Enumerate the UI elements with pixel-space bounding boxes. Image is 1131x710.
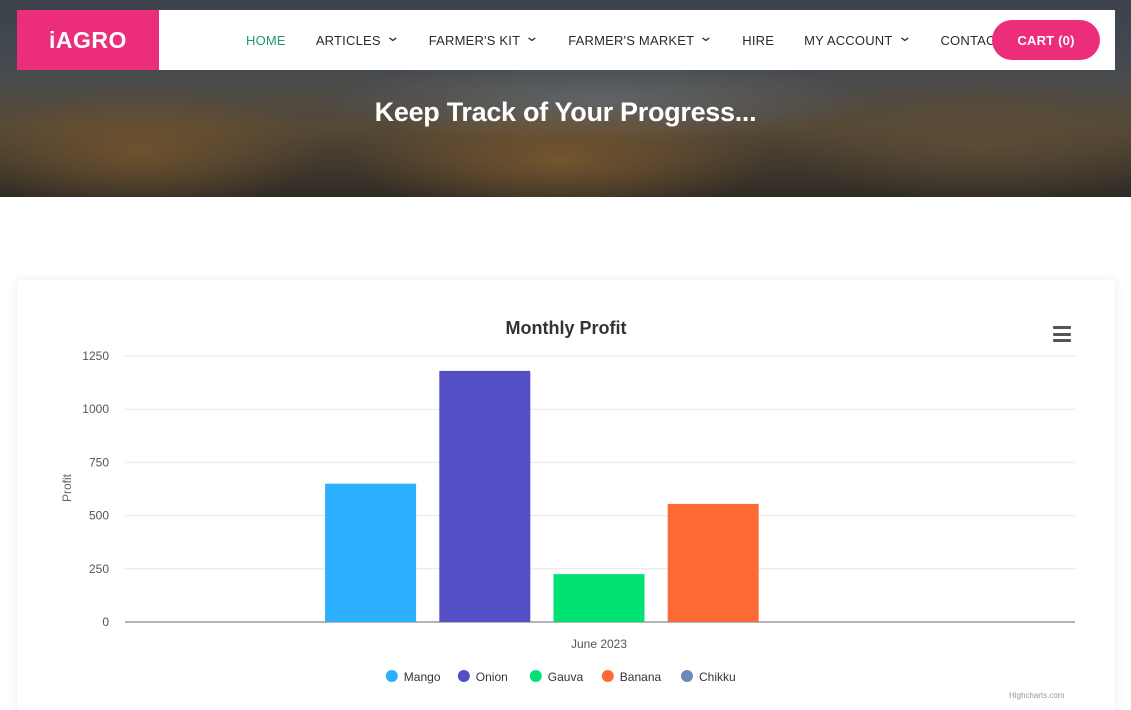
legend-item-mango[interactable]: Mango [404,670,441,684]
nav-item-home[interactable]: HOME [246,33,286,48]
bar-mango [325,483,417,622]
navbar: iAGRO HOME ARTICLES ⌄ FARMER'S KIT ⌄ FARMER'S… [17,10,1115,70]
legend-marker-onion[interactable] [457,670,470,682]
nav-item-farmer-s-kit[interactable]: FARMER'S KIT ⌄ [428,28,540,48]
y-tick-label: 750 [89,455,109,469]
chevron-down-icon: ⌄ [896,28,913,44]
y-tick-label: 0 [102,615,109,629]
nav-item-label: MY ACCOUNT [804,32,893,48]
monthly-profit-chart: Monthly Profit 0 250 500 750 1000 1250 Profit Ju… [60,318,1075,684]
cart-button[interactable]: CART (0) [992,20,1100,60]
nav-item-label: FARMER'S MARKET [568,32,695,48]
nav-item-farmer-s-market[interactable]: FARMER'S MARKET ⌄ [568,28,715,48]
bar-banana [667,503,759,622]
nav-item-label: HOME [246,32,286,48]
y-tick-label: 1250 [82,349,109,363]
legend-item-onion[interactable]: Onion [476,670,508,684]
y-tick-label: 1000 [82,402,109,416]
bar-gauva [553,574,645,622]
bar-onion [439,370,531,622]
chevron-down-icon: ⌄ [698,28,715,44]
y-tick-label: 250 [89,562,109,576]
legend-item-chikku[interactable]: Chikku [699,670,736,684]
y-axis-label: Profit [60,473,74,502]
nav-item-hire[interactable]: HIRE [742,33,774,48]
chevron-down-icon: ⌄ [384,28,401,44]
chart-credits[interactable]: Highcharts.com [1009,691,1065,700]
x-category-label: June 2023 [571,637,627,651]
legend-item-banana[interactable]: Banana [620,670,662,684]
legend-marker-gauva[interactable] [529,670,542,682]
chevron-down-icon: ⌄ [524,28,540,44]
nav-item-label: HIRE [742,32,775,48]
nav-item-articles[interactable]: ARTICLES ⌄ [315,28,401,48]
nav-item-my-account[interactable]: MY ACCOUNT ⌄ [804,28,913,48]
nav-item-label: ARTICLES [315,32,381,48]
nav-item-label: FARMER'S KIT [428,32,521,48]
legend-marker-banana[interactable] [601,670,614,682]
hamburger-menu-icon[interactable] [1053,326,1071,342]
chart-card: Monthly Profit 0 250 500 750 1000 1250 Profit Ju… [17,280,1115,710]
chart-title: Monthly Profit [506,318,627,338]
nav-menu: HOME ARTICLES ⌄ FARMER'S KIT ⌄ FARMER'S MARKE… [246,28,1034,48]
hero-title: Keep Track of Your Progress... [374,97,757,127]
legend-marker-chikku[interactable] [681,670,693,682]
legend-marker-mango[interactable] [385,670,398,682]
legend-item-gauva[interactable]: Gauva [548,670,584,684]
y-tick-label: 500 [89,509,109,523]
logo[interactable]: iAGRO [17,10,159,70]
